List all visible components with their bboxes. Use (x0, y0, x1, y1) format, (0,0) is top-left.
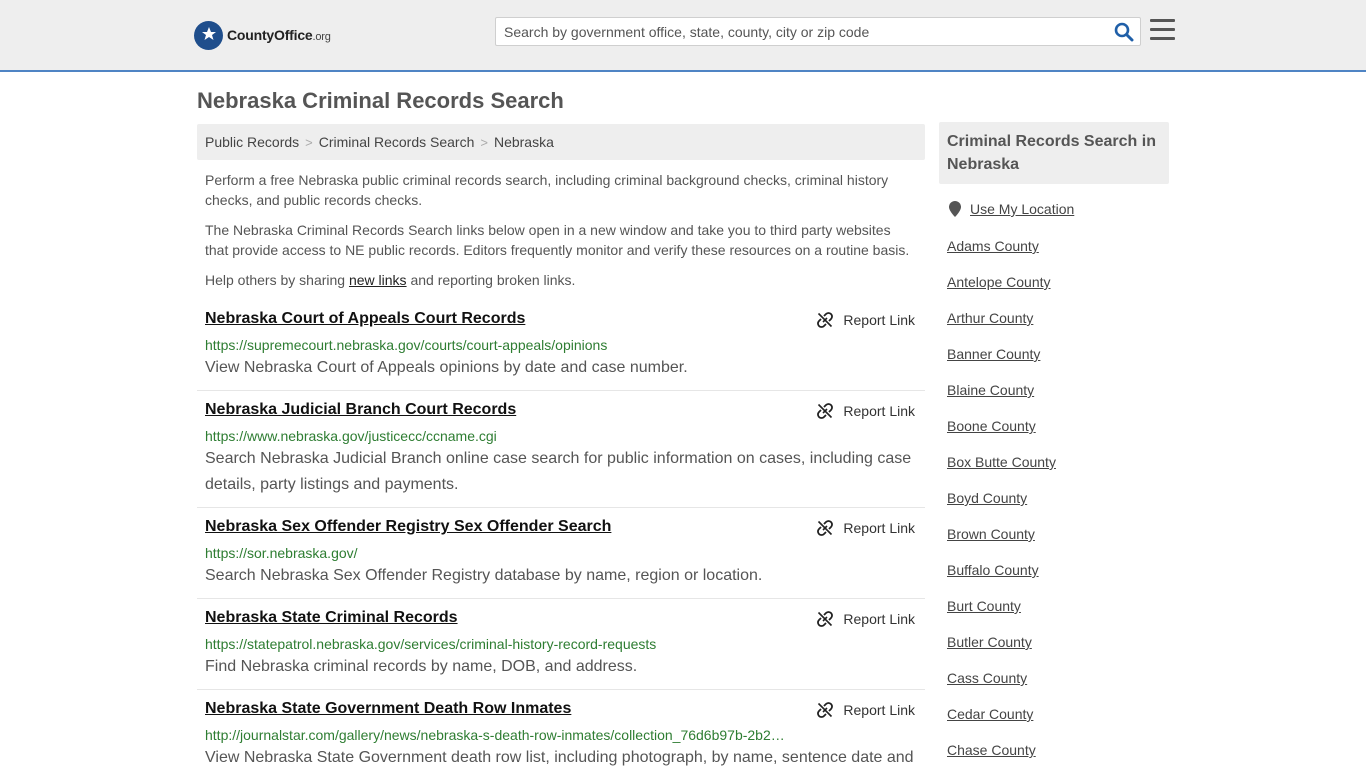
report-link-button[interactable]: Report Link (817, 520, 915, 536)
use-my-location: Use My Location (949, 201, 1074, 217)
record-item: Nebraska Court of Appeals Court Records … (197, 310, 925, 391)
breadcrumb-separator: > (480, 134, 488, 150)
county-link[interactable]: Brown County (947, 526, 1035, 542)
record-item: Nebraska Judicial Branch Court Records R… (197, 401, 925, 508)
county-list: Adams County Antelope County Arthur Coun… (947, 236, 1056, 768)
intro-paragraph-3: Help others by sharing new links and rep… (205, 272, 576, 288)
list-item: Butler County (947, 632, 1056, 668)
record-title-link[interactable]: Nebraska State Criminal Records (205, 609, 458, 627)
list-item: Box Butte County (947, 452, 1056, 488)
record-description: Search Nebraska Sex Offender Registry da… (205, 567, 763, 584)
county-link[interactable]: Adams County (947, 238, 1039, 254)
record-url[interactable]: https://sor.nebraska.gov/ (205, 545, 358, 561)
hamburger-menu-icon[interactable] (1150, 19, 1175, 41)
broken-link-icon (817, 312, 834, 328)
report-link-label: Report Link (843, 403, 915, 419)
report-link-label: Report Link (843, 702, 915, 718)
list-item: Boyd County (947, 488, 1056, 524)
breadcrumb-nebraska[interactable]: Nebraska (494, 134, 554, 150)
county-link[interactable]: Boyd County (947, 490, 1027, 506)
broken-link-icon (817, 403, 834, 419)
county-link[interactable]: Banner County (947, 346, 1040, 362)
site-logo[interactable]: CountyOffice.org (194, 20, 331, 50)
list-item: Boone County (947, 416, 1056, 452)
intro-paragraph-1: Perform a free Nebraska public criminal … (205, 172, 889, 208)
record-item: Nebraska State Government Death Row Inma… (197, 700, 925, 768)
list-item: Banner County (947, 344, 1056, 380)
logo-emblem-icon (194, 20, 223, 50)
report-link-button[interactable]: Report Link (817, 403, 915, 419)
list-item: Chase County (947, 740, 1056, 768)
list-item: Cass County (947, 668, 1056, 704)
use-my-location-link[interactable]: Use My Location (970, 201, 1074, 217)
record-item: Nebraska State Criminal Records Report L… (197, 609, 925, 690)
site-header: CountyOffice.org (0, 0, 1366, 72)
county-link[interactable]: Cass County (947, 670, 1027, 686)
breadcrumb-criminal-records-search[interactable]: Criminal Records Search (319, 134, 475, 150)
broken-link-icon (817, 611, 834, 627)
report-link-button[interactable]: Report Link (817, 611, 915, 627)
report-link-label: Report Link (843, 520, 915, 536)
broken-link-icon (817, 520, 834, 536)
county-link[interactable]: Chase County (947, 742, 1036, 758)
list-item: Brown County (947, 524, 1056, 560)
county-link[interactable]: Boone County (947, 418, 1036, 434)
list-item: Cedar County (947, 704, 1056, 740)
record-title-link[interactable]: Nebraska Sex Offender Registry Sex Offen… (205, 518, 611, 536)
location-pin-icon (949, 201, 961, 217)
county-link[interactable]: Buffalo County (947, 562, 1039, 578)
list-item: Antelope County (947, 272, 1056, 308)
record-url[interactable]: http://journalstar.com/gallery/news/nebr… (205, 727, 785, 743)
record-url[interactable]: https://www.nebraska.gov/justicecc/ccnam… (205, 428, 497, 444)
report-link-label: Report Link (843, 611, 915, 627)
logo-text: CountyOffice.org (227, 27, 331, 43)
record-url[interactable]: https://supremecourt.nebraska.gov/courts… (205, 337, 607, 353)
list-item: Arthur County (947, 308, 1056, 344)
report-link-button[interactable]: Report Link (817, 312, 915, 328)
county-link[interactable]: Antelope County (947, 274, 1051, 290)
record-url[interactable]: https://statepatrol.nebraska.gov/service… (205, 636, 656, 652)
list-item: Buffalo County (947, 560, 1056, 596)
breadcrumb-separator: > (305, 134, 313, 150)
record-description: Search Nebraska Judicial Branch online c… (205, 450, 912, 493)
county-link[interactable]: Blaine County (947, 382, 1034, 398)
county-link[interactable]: Box Butte County (947, 454, 1056, 470)
report-link-label: Report Link (843, 312, 915, 328)
record-title-link[interactable]: Nebraska Judicial Branch Court Records (205, 401, 516, 419)
record-description: View Nebraska Court of Appeals opinions … (205, 359, 688, 376)
intro-paragraph-2: The Nebraska Criminal Records Search lin… (205, 222, 910, 258)
new-links-link[interactable]: new links (349, 272, 407, 288)
county-link[interactable]: Arthur County (947, 310, 1033, 326)
broken-link-icon (817, 702, 834, 718)
record-title-link[interactable]: Nebraska Court of Appeals Court Records (205, 310, 525, 328)
list-item: Adams County (947, 236, 1056, 272)
county-link[interactable]: Butler County (947, 634, 1032, 650)
record-item: Nebraska Sex Offender Registry Sex Offen… (197, 518, 925, 599)
sidebar-heading: Criminal Records Search in Nebraska (939, 122, 1169, 184)
county-link[interactable]: Burt County (947, 598, 1021, 614)
record-description: View Nebraska State Government death row… (205, 749, 914, 766)
breadcrumb-public-records[interactable]: Public Records (205, 134, 299, 150)
search-input[interactable] (496, 18, 1106, 45)
page-title: Nebraska Criminal Records Search (197, 88, 564, 113)
search-icon[interactable] (1114, 22, 1134, 42)
record-title-link[interactable]: Nebraska State Government Death Row Inma… (205, 700, 571, 718)
breadcrumb: Public Records > Criminal Records Search… (197, 124, 925, 160)
list-item: Blaine County (947, 380, 1056, 416)
search-bar (495, 17, 1141, 46)
county-link[interactable]: Cedar County (947, 706, 1033, 722)
list-item: Burt County (947, 596, 1056, 632)
record-description: Find Nebraska criminal records by name, … (205, 658, 638, 675)
report-link-button[interactable]: Report Link (817, 702, 915, 718)
